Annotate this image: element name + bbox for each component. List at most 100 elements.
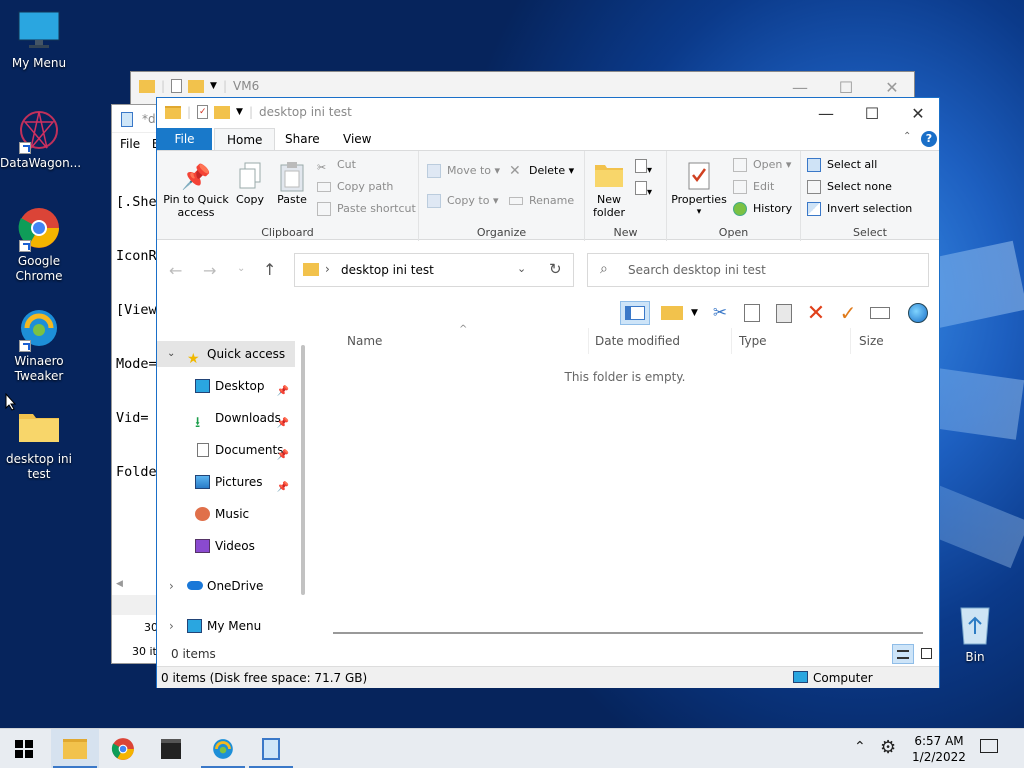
- file-list[interactable]: ^ Name Date modified Type Size This fold…: [315, 324, 935, 646]
- collapse-ribbon-icon[interactable]: ⌃: [903, 131, 911, 142]
- horizontal-scrollbar[interactable]: [333, 632, 923, 634]
- recent-locations-icon[interactable]: ⌄: [237, 263, 245, 274]
- delete-button[interactable]: ✕ Delete ▾: [507, 161, 574, 181]
- minimize-button[interactable]: —: [803, 98, 849, 128]
- tab-home[interactable]: Home: [214, 128, 276, 151]
- tab-view[interactable]: View: [331, 128, 383, 150]
- clock[interactable]: 6:57 AM 1/2/2022: [908, 733, 970, 765]
- desktop-icon-chrome[interactable]: Google Chrome: [0, 206, 78, 284]
- address-bar[interactable]: › desktop ini test ⌄ ↻: [294, 253, 574, 287]
- tab-share[interactable]: Share: [273, 128, 332, 150]
- edit-button[interactable]: Edit: [731, 177, 774, 197]
- nav-my-menu[interactable]: › My Menu: [157, 613, 295, 639]
- history-button[interactable]: History: [731, 199, 792, 219]
- customize-quick-access-icon[interactable]: ▼: [236, 107, 243, 117]
- desktop-icon-winaero[interactable]: Winaero Tweaker: [0, 306, 78, 384]
- new-folder-button[interactable]: New folder: [589, 161, 629, 219]
- window-explorer[interactable]: | ✓ ▼ | desktop ini test — ☐ ✕ File Home…: [156, 97, 940, 688]
- taskbar-chrome[interactable]: [99, 729, 147, 768]
- chevron-down-icon[interactable]: ⌄: [167, 341, 175, 367]
- help-button[interactable]: ?: [921, 131, 937, 147]
- notification-center-button[interactable]: [980, 739, 1000, 757]
- forward-arrow-icon[interactable]: →: [203, 261, 216, 280]
- monitor-icon: [17, 8, 61, 52]
- menu-file[interactable]: File: [120, 137, 140, 151]
- properties-quick-icon[interactable]: ✓: [197, 105, 209, 119]
- select-all-button[interactable]: Select all: [805, 155, 877, 175]
- nav-item-desktop[interactable]: Desktop 📌: [157, 373, 295, 399]
- column-header-type[interactable]: Type: [731, 328, 851, 354]
- copy-to-button[interactable]: Copy to ▾: [425, 191, 498, 211]
- cut-toolbar-button[interactable]: ✂: [705, 301, 735, 325]
- open-icon: [733, 158, 747, 172]
- copy-button[interactable]: Copy: [233, 161, 267, 206]
- nav-item-pictures[interactable]: Pictures 📌: [157, 469, 295, 495]
- select-none-button[interactable]: Select none: [805, 177, 892, 197]
- open-button[interactable]: Open ▾: [731, 155, 791, 175]
- taskbar-winaero[interactable]: [199, 729, 247, 768]
- easy-access-button[interactable]: ▾: [635, 181, 659, 199]
- history-icon: [733, 202, 747, 216]
- copy-path-button[interactable]: Copy path: [315, 177, 393, 197]
- properties-toolbar-button[interactable]: ✓: [833, 301, 863, 325]
- folder-icon: [165, 105, 181, 119]
- address-path[interactable]: desktop ini test: [341, 263, 434, 277]
- chevron-right-icon[interactable]: ›: [169, 573, 174, 599]
- desktop-icon-label: Google Chrome: [15, 254, 63, 283]
- settings-gear-icon[interactable]: ⚙: [880, 737, 896, 758]
- move-to-button[interactable]: Move to ▾: [425, 161, 500, 181]
- network-toolbar-button[interactable]: [903, 301, 933, 325]
- copy-toolbar-button[interactable]: [737, 301, 767, 325]
- paste-toolbar-button[interactable]: [769, 301, 799, 325]
- properties-button[interactable]: Properties ▾: [669, 161, 729, 219]
- paste-button[interactable]: Paste: [273, 161, 311, 206]
- invert-selection-button[interactable]: Invert selection: [805, 199, 912, 219]
- nav-item-videos[interactable]: Videos: [157, 533, 295, 559]
- show-hidden-icons-button[interactable]: ⌃: [854, 739, 866, 755]
- nav-item-downloads[interactable]: ⭳ Downloads 📌: [157, 405, 295, 431]
- delete-toolbar-button[interactable]: ✕: [801, 301, 831, 326]
- star-icon: ★: [187, 351, 200, 367]
- rename-button[interactable]: Rename: [507, 191, 574, 211]
- select-checkbox-button[interactable]: [657, 301, 687, 325]
- rename-toolbar-button[interactable]: [865, 301, 895, 325]
- search-box[interactable]: ⌕ Search desktop ini test: [587, 253, 929, 287]
- close-button[interactable]: ✕: [895, 98, 941, 128]
- paste-shortcut-button[interactable]: Paste shortcut: [315, 199, 416, 219]
- nav-pane-scrollbar[interactable]: [301, 345, 305, 595]
- preview-pane-button[interactable]: [620, 301, 650, 325]
- large-icons-view-button[interactable]: [919, 646, 933, 660]
- taskbar-store[interactable]: [147, 729, 195, 768]
- taskbar-notepad[interactable]: [247, 729, 295, 768]
- refresh-icon[interactable]: ↻: [549, 260, 562, 278]
- desktop-icon-folder[interactable]: desktop ini test: [0, 404, 78, 482]
- nav-quick-access[interactable]: ⌄ ★ Quick access: [157, 341, 295, 367]
- cut-button[interactable]: ✂ Cut: [315, 155, 356, 175]
- column-header-name[interactable]: Name: [339, 328, 589, 354]
- desktop-icon-datawagon[interactable]: DataWagon...: [0, 108, 81, 171]
- empty-folder-message: This folder is empty.: [564, 370, 686, 384]
- nav-item-documents[interactable]: Documents 📌: [157, 437, 295, 463]
- maximize-button[interactable]: ☐: [849, 98, 895, 128]
- dropdown-arrow-icon[interactable]: ▼: [691, 308, 698, 318]
- taskbar-file-explorer[interactable]: [51, 729, 99, 768]
- search-input[interactable]: Search desktop ini test: [628, 263, 766, 277]
- new-item-button[interactable]: ▾: [635, 159, 659, 177]
- tab-file[interactable]: File: [157, 128, 212, 150]
- back-arrow-icon[interactable]: ←: [169, 261, 182, 280]
- column-header-date[interactable]: Date modified: [587, 328, 732, 354]
- up-arrow-icon[interactable]: ↑: [263, 260, 276, 279]
- column-header-size[interactable]: Size: [851, 328, 931, 354]
- scroll-left-arrow[interactable]: ◀: [116, 579, 123, 589]
- start-button[interactable]: [0, 729, 48, 768]
- nav-item-music[interactable]: Music: [157, 501, 295, 527]
- details-view-button[interactable]: [892, 644, 914, 664]
- pin-quick-access-button[interactable]: 📌 Pin to Quick access: [161, 161, 231, 219]
- nav-onedrive[interactable]: › OneDrive: [157, 573, 295, 599]
- chevron-right-icon[interactable]: ›: [169, 613, 174, 639]
- new-folder-quick-icon[interactable]: [214, 105, 231, 119]
- desktop-icon-recycle-bin[interactable]: Bin: [936, 602, 1014, 665]
- desktop-icon-my-menu[interactable]: My Menu: [0, 8, 78, 71]
- address-dropdown-icon[interactable]: ⌄: [517, 262, 526, 275]
- clock-date: 1/2/2022: [912, 750, 966, 764]
